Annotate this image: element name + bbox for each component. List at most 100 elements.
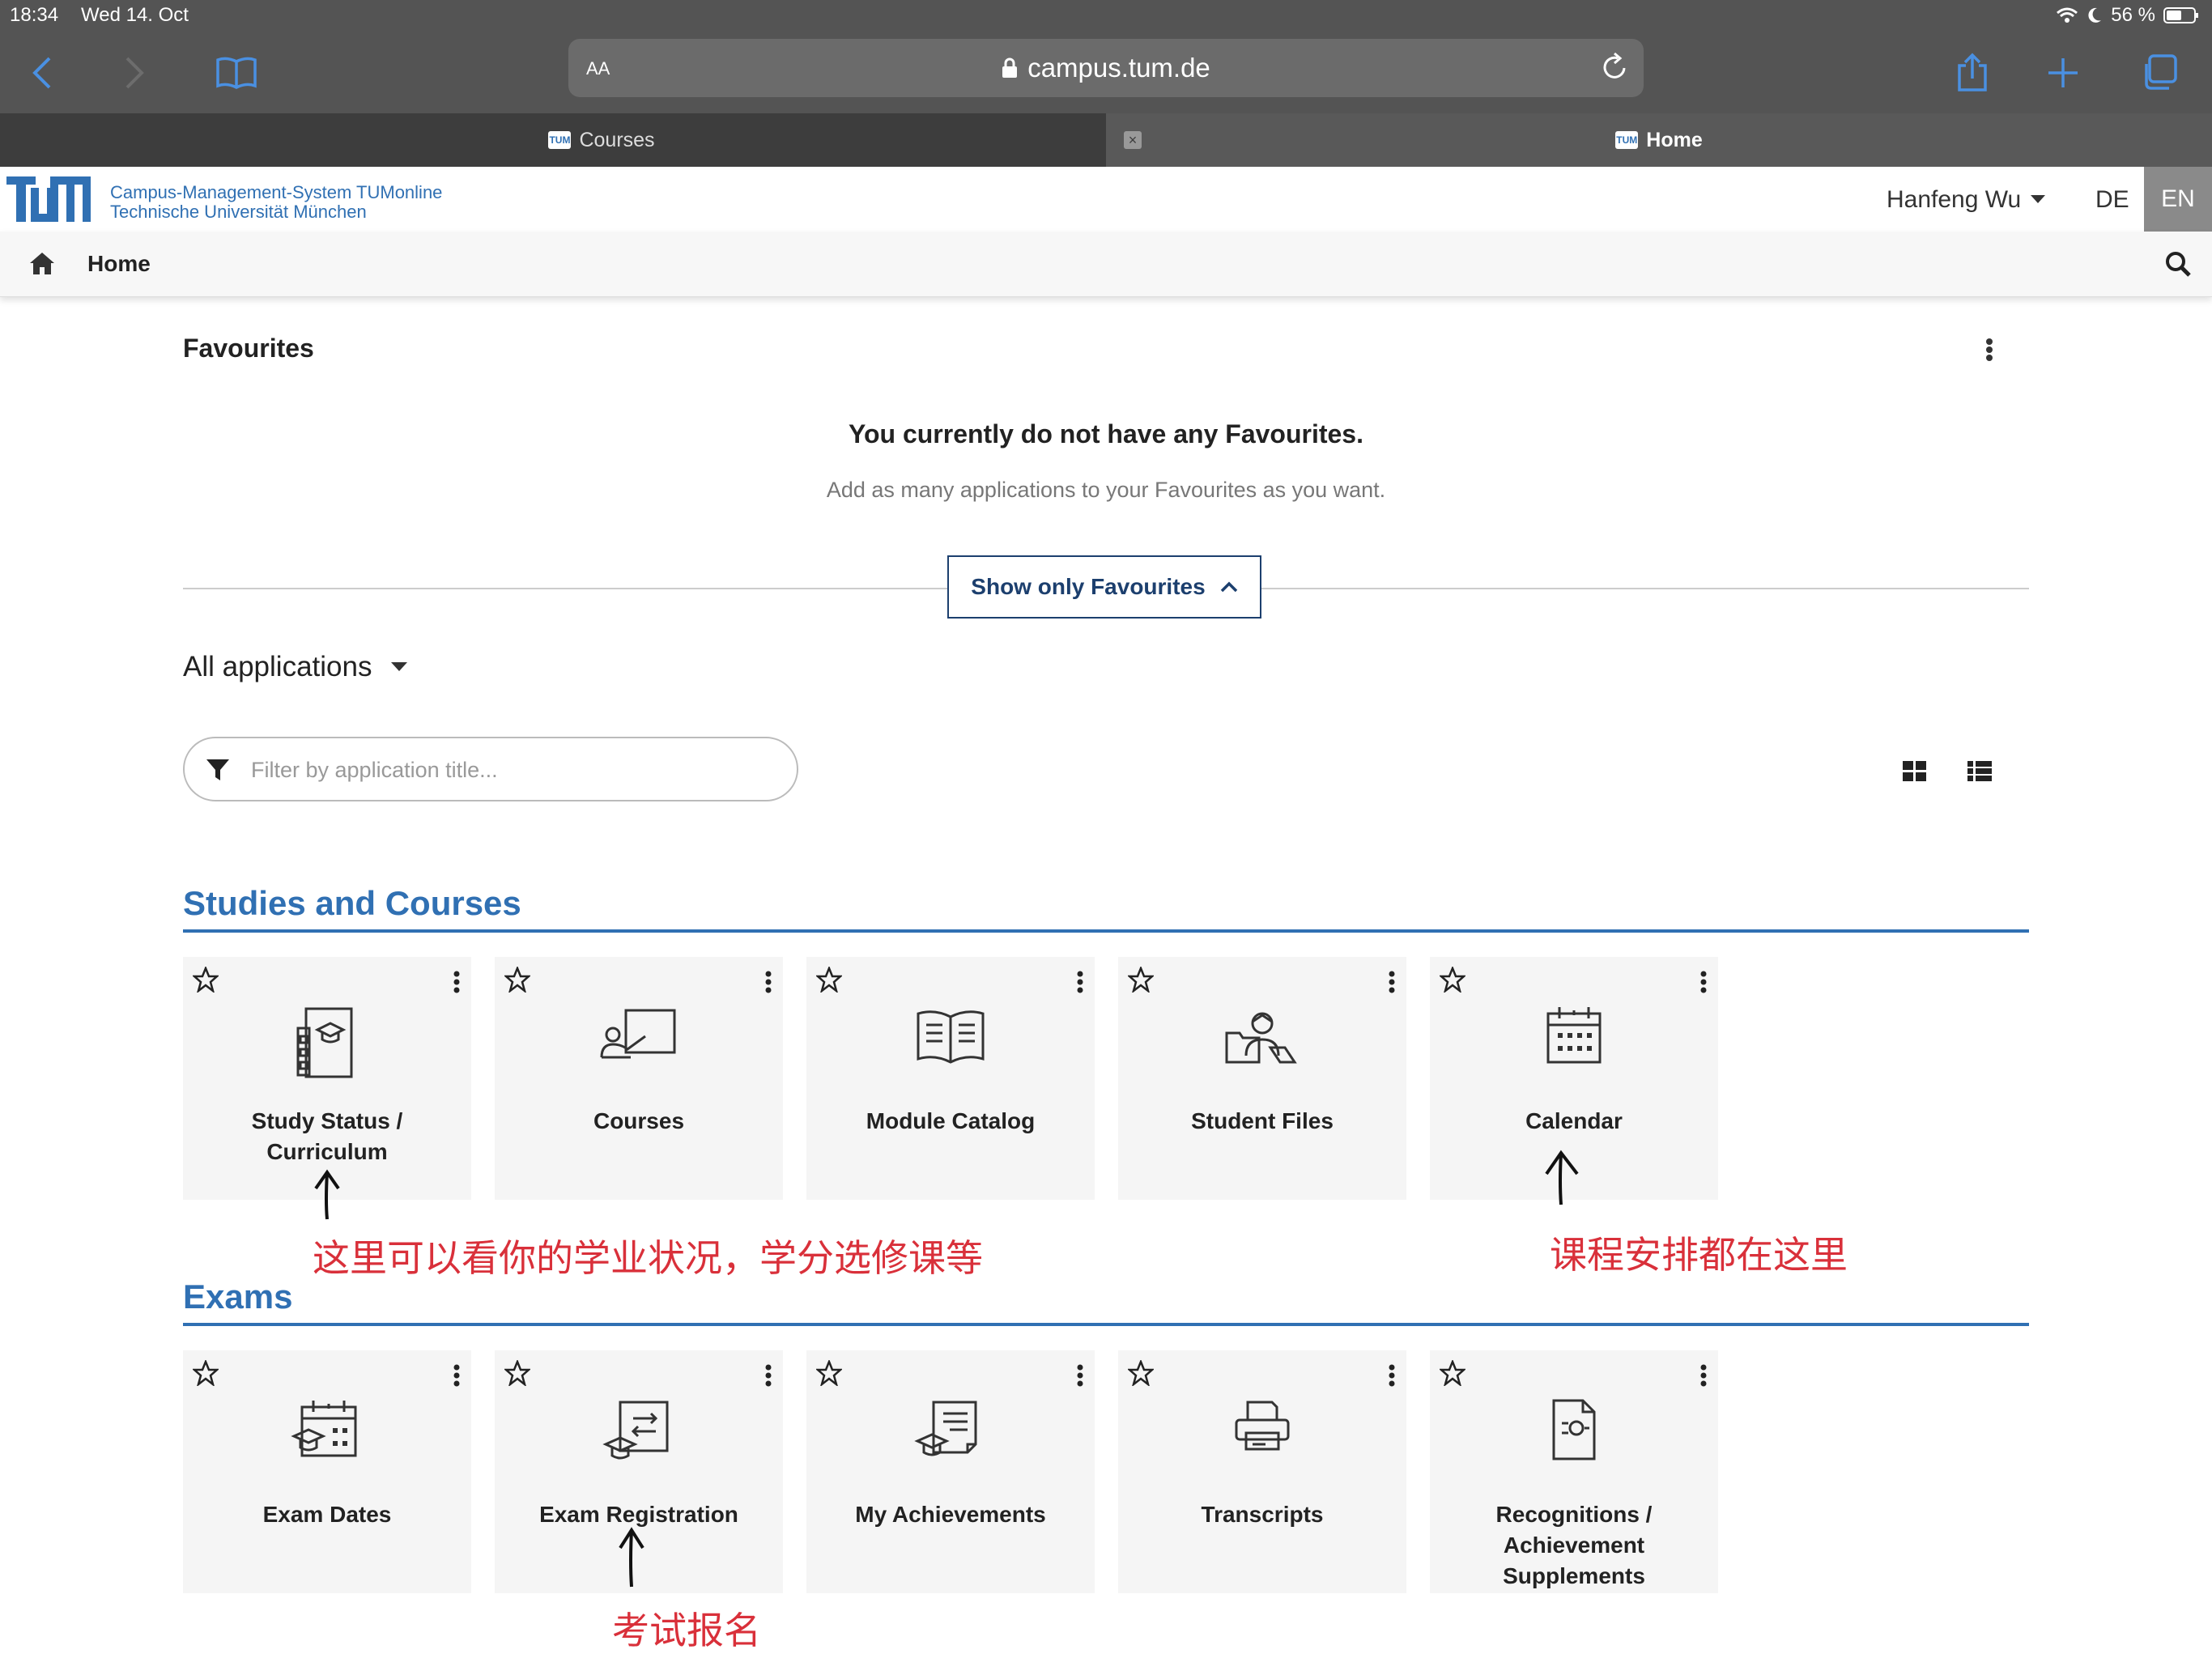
app-tile-transcripts[interactable]: Transcripts [1118,1350,1406,1593]
tum-favicon-icon: TUM [1615,131,1639,149]
bookmarks-button[interactable] [212,49,261,97]
student-files-icon [1118,1004,1406,1069]
tile-menu-icon[interactable] [1389,970,1395,994]
recognitions-icon [1430,1397,1718,1462]
battery-percent: 56 % [2111,4,2155,26]
filter-icon [206,758,230,782]
annotation-calendar: 课程安排都在这里 [1550,1233,1848,1277]
app-tile-exam-dates[interactable]: Exam Dates [183,1350,471,1593]
system-title: Campus-Management-System TUMonline Techn… [110,183,442,222]
tile-menu-icon[interactable] [1389,1363,1395,1388]
tile-label: Calendar [1525,1108,1623,1133]
app-tile-my-achievements[interactable]: My Achievements [806,1350,1095,1593]
breadcrumb-home[interactable]: Home [87,251,151,277]
star-icon[interactable] [193,1360,219,1386]
reload-icon[interactable] [1600,52,1629,83]
tab-label: Home [1646,128,1703,151]
home-icon[interactable] [29,251,55,275]
back-button[interactable] [18,49,66,97]
annotation-study-status: 这里可以看你的学业状况，学分选修课等 [313,1236,983,1280]
application-filter-input[interactable] [249,753,771,787]
star-icon[interactable] [816,1360,842,1386]
tabs-overview-button[interactable] [2134,49,2183,97]
list-view-icon[interactable] [1967,761,1992,782]
language-en-button[interactable]: EN [2144,167,2212,232]
annotation-arrow [1545,1150,1579,1205]
browser-tab-courses[interactable]: TUM Courses [97,113,1106,167]
address-bar[interactable]: AA campus.tum.de [568,39,1644,97]
system-title-line2: Technische Universität München [110,202,367,222]
calendar-icon [1430,1004,1718,1069]
tum-favicon-icon: TUM [548,131,572,149]
tile-menu-icon[interactable] [1700,970,1707,994]
caret-down-icon [391,662,408,672]
tile-label: Transcripts [1201,1502,1324,1527]
close-tab-icon[interactable]: × [1124,131,1142,149]
tile-menu-icon[interactable] [1077,970,1083,994]
app-tile-recognitions[interactable]: Recognitions / Achievement Supplements [1430,1350,1718,1593]
section-divider [183,1323,2029,1326]
tile-label: Module Catalog [866,1108,1036,1133]
language-de-button[interactable]: DE [2095,186,2129,214]
app-tile-module-catalog[interactable]: Module Catalog [806,957,1095,1200]
annotation-exam-registration: 考试报名 [612,1609,761,1652]
tab-label: Courses [579,128,655,151]
back-icon [30,55,54,91]
favourites-heading: Favourites [183,334,314,363]
star-icon[interactable] [816,967,842,993]
app-tile-courses[interactable]: Courses [495,957,783,1200]
app-tile-student-files[interactable]: Student Files [1118,957,1406,1200]
tile-label: Exam Dates [262,1502,392,1527]
new-tab-button[interactable] [2039,49,2087,97]
tile-menu-icon[interactable] [1700,1363,1707,1388]
tile-label: Courses [593,1108,685,1133]
browser-tab-home[interactable]: TUM Home [1106,113,2212,167]
search-icon[interactable] [2165,251,2191,277]
achievements-icon [806,1397,1095,1462]
star-icon[interactable] [1128,1360,1154,1386]
favourites-menu-icon[interactable] [1985,334,1993,366]
tum-logo[interactable] [6,176,91,222]
share-icon [1956,53,1989,93]
app-tile-study-status[interactable]: Study Status / Curriculum [183,957,471,1200]
plus-icon [2047,57,2079,89]
star-icon[interactable] [1128,967,1154,993]
grid-view-icon[interactable] [1903,761,1927,782]
section-title-exams: Exams [183,1278,293,1316]
study-status-icon [183,1004,471,1085]
status-date: Wed 14. Oct [81,4,189,26]
book-icon [215,57,257,89]
tile-menu-icon[interactable] [765,970,772,994]
star-icon[interactable] [504,1360,530,1386]
tile-menu-icon[interactable] [453,1363,460,1388]
show-only-favourites-label: Show only Favourites [971,574,1206,599]
tile-menu-icon[interactable] [765,1363,772,1388]
user-name: Hanfeng Wu [1887,186,2022,213]
star-icon[interactable] [504,967,530,993]
favourites-hint: Add as many applications to your Favouri… [826,478,1386,502]
annotation-arrow [314,1169,340,1220]
tile-menu-icon[interactable] [1077,1363,1083,1388]
browser-toolbar: AA campus.tum.de [0,32,2212,113]
applications-dropdown[interactable]: All applications [183,651,408,683]
section-divider [183,929,2029,933]
tabs-icon [2140,54,2177,91]
star-icon[interactable] [1440,1360,1465,1386]
url-display[interactable]: campus.tum.de [568,53,1644,83]
user-menu[interactable]: Hanfeng Wu [1887,186,2046,214]
tile-menu-icon[interactable] [453,970,460,994]
favourites-empty-message: You currently do not have any Favourites… [849,419,1363,449]
show-only-favourites-button[interactable]: Show only Favourites [947,555,1261,619]
share-button[interactable] [1948,49,1997,97]
exam-registration-icon [495,1397,783,1462]
tile-label: My Achievements [855,1502,1046,1527]
moon-icon [2087,6,2103,24]
forward-button[interactable] [110,49,159,97]
wifi-icon [2056,6,2078,24]
star-icon[interactable] [193,967,219,993]
tile-label: Recognitions / Achievement Supplements [1495,1502,1653,1588]
application-filter[interactable] [183,737,798,801]
status-time: 18:34 [10,4,59,26]
star-icon[interactable] [1440,967,1465,993]
module-catalog-icon [806,1004,1095,1069]
